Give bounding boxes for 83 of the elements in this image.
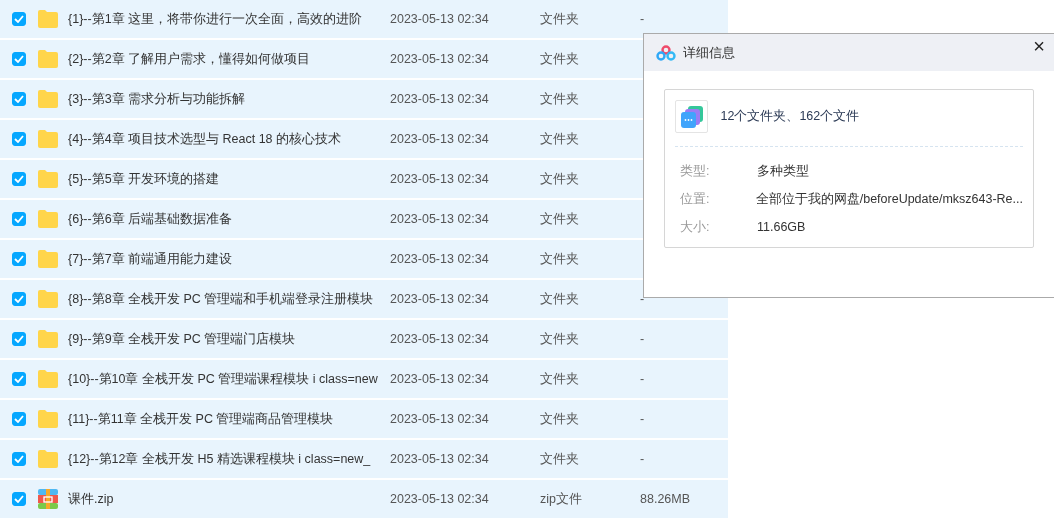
multi-file-icon	[675, 100, 708, 133]
file-type: 文件夹	[540, 330, 580, 348]
modified-date: 2023-05-13 02:34	[390, 130, 490, 148]
modified-date: 2023-05-13 02:34	[390, 450, 490, 468]
modified-date: 2023-05-13 02:34	[390, 370, 490, 388]
file-type: 文件夹	[540, 250, 580, 268]
modified-date: 2023-05-13 02:34	[390, 10, 490, 28]
checkbox[interactable]	[12, 172, 26, 186]
modified-date: 2023-05-13 02:34	[390, 210, 490, 228]
cloud-logo-icon	[655, 44, 677, 61]
checkbox[interactable]	[12, 252, 26, 266]
file-name[interactable]: {12}--第12章 全栈开发 H5 精选课程模块 i class=new_	[68, 449, 390, 469]
folder-icon	[37, 49, 59, 69]
modified-date: 2023-05-13 02:34	[390, 170, 490, 188]
file-type: 文件夹	[540, 410, 580, 428]
file-type: 文件夹	[540, 170, 580, 188]
file-size: -	[640, 450, 645, 468]
file-name[interactable]: 课件.zip	[68, 489, 390, 509]
file-size: -	[640, 290, 645, 308]
file-name[interactable]: {5}--第5章 开发环境的搭建	[68, 169, 390, 189]
folder-icon	[37, 329, 59, 349]
file-name[interactable]: {2}--第2章 了解用户需求，懂得如何做项目	[68, 49, 390, 69]
modified-date: 2023-05-13 02:34	[390, 50, 490, 68]
archive-icon	[37, 489, 59, 509]
file-name[interactable]: {8}--第8章 全栈开发 PC 管理端和手机端登录注册模块	[68, 289, 390, 309]
file-type: 文件夹	[540, 450, 580, 468]
checkbox[interactable]	[12, 372, 26, 386]
file-name[interactable]: {1}--第1章 这里，将带你进行一次全面，高效的进阶	[68, 9, 390, 29]
property-value: 11.66GB	[757, 218, 806, 236]
modified-date: 2023-05-13 02:34	[390, 250, 490, 268]
folder-icon	[37, 289, 59, 309]
property-label: 大小:	[680, 218, 711, 236]
property-value: 多种类型	[757, 162, 809, 180]
file-name[interactable]: {6}--第6章 后端基础数据准备	[68, 209, 390, 229]
folder-icon	[37, 89, 59, 109]
file-type: 文件夹	[540, 90, 580, 108]
file-type: 文件夹	[540, 370, 580, 388]
checkbox[interactable]	[12, 52, 26, 66]
property-value: 全部位于我的网盘/beforeUpdate/mksz643-Re...	[755, 190, 1023, 208]
file-name[interactable]: {11}--第11章 全栈开发 PC 管理端商品管理模块	[68, 409, 390, 429]
file-type: 文件夹	[540, 130, 580, 148]
modified-date: 2023-05-13 02:34	[390, 490, 490, 508]
close-button[interactable]: ×	[1033, 36, 1045, 56]
selection-summary: 12个文件夹、162个文件	[720, 108, 860, 126]
file-name[interactable]: {3}--第3章 需求分析与功能拆解	[68, 89, 390, 109]
folder-icon	[37, 409, 59, 429]
checkbox[interactable]	[12, 452, 26, 466]
checkbox[interactable]	[12, 12, 26, 26]
file-name[interactable]: {9}--第9章 全栈开发 PC 管理端门店模块	[68, 329, 390, 349]
folder-icon	[37, 369, 59, 389]
modified-date: 2023-05-13 02:34	[390, 290, 490, 308]
folder-icon	[37, 129, 59, 149]
modified-date: 2023-05-13 02:34	[390, 410, 490, 428]
file-name[interactable]: {7}--第7章 前端通用能力建设	[68, 249, 390, 269]
folder-icon	[37, 209, 59, 229]
modified-date: 2023-05-13 02:34	[390, 90, 490, 108]
file-type: 文件夹	[540, 290, 580, 308]
property-label: 位置:	[680, 190, 711, 208]
folder-icon	[37, 249, 59, 269]
checkbox[interactable]	[12, 412, 26, 426]
folder-icon	[37, 449, 59, 469]
property-label: 类型:	[680, 162, 711, 180]
checkbox[interactable]	[12, 492, 26, 506]
file-type: 文件夹	[540, 10, 580, 28]
file-size: -	[640, 330, 645, 348]
checkbox[interactable]	[12, 92, 26, 106]
modified-date: 2023-05-13 02:34	[390, 330, 490, 348]
file-type: 文件夹	[540, 50, 580, 68]
folder-icon	[37, 9, 59, 29]
file-size: -	[640, 370, 645, 388]
file-type: 文件夹	[540, 210, 580, 228]
file-size: -	[640, 10, 645, 28]
file-name[interactable]: {4}--第4章 项目技术选型与 React 18 的核心技术	[68, 129, 390, 149]
dialog-title: 详细信息	[683, 43, 736, 62]
checkbox[interactable]	[12, 332, 26, 346]
file-size: -	[640, 410, 645, 428]
checkbox[interactable]	[12, 132, 26, 146]
checkbox[interactable]	[12, 292, 26, 306]
checkbox[interactable]	[12, 212, 26, 226]
file-size: 88.26MB	[640, 490, 691, 508]
file-name[interactable]: {10}--第10章 全栈开发 PC 管理端课程模块 i class=new	[68, 369, 390, 389]
folder-icon	[37, 169, 59, 189]
file-type: zip文件	[540, 490, 583, 508]
